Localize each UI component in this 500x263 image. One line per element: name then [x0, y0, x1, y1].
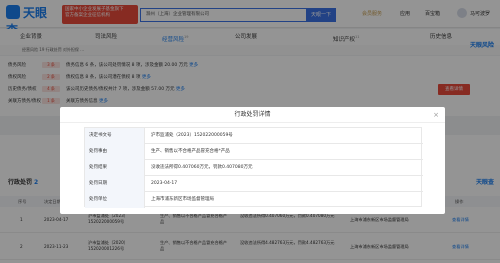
detail-key: 处罚日期 [85, 176, 145, 192]
detail-value: 生产、销售以不合格产品冒充合格*产品 [151, 149, 230, 154]
detail-row: 处罚事由 生产、销售以不合格产品冒充合格*产品 [85, 144, 423, 160]
modal-detail-table: 决定书文号 沪市监浦处（2023）152022000059号 处罚事由 生产、销… [84, 127, 423, 208]
detail-key: 处罚单位 [85, 192, 145, 208]
detail-row: 处罚日期 2023-04-17 [85, 176, 423, 192]
detail-value: 沪市监浦处（2023）152022000059号 [151, 133, 233, 138]
detail-key: 决定书文号 [85, 128, 145, 144]
page: 天眼查 国家中小企业发展子基金旗下 官方备案企业征信机构 滁州（上海）企业管理有… [0, 0, 500, 263]
detail-row: 决定书文号 沪市监浦处（2023）152022000059号 [85, 128, 423, 144]
detail-value: 2023-04-17 [151, 181, 178, 186]
detail-value: 没收违法所得0.407060万元，罚款0.407080万元 [151, 165, 253, 170]
detail-key: 处罚事由 [85, 144, 145, 160]
penalty-detail-modal: 行政处罚详情 × 决定书文号 沪市监浦处（2023）152022000059号 … [60, 107, 445, 214]
detail-key: 处罚结果 [85, 160, 145, 176]
detail-row: 处罚单位 上海市浦东新区市场监督管理局 [85, 192, 423, 208]
close-icon[interactable]: × [433, 111, 439, 119]
modal-title: 行政处罚详情 [60, 107, 445, 123]
detail-value: 上海市浦东新区市场监督管理局 [151, 197, 214, 202]
detail-row: 处罚结果 没收违法所得0.407060万元，罚款0.407080万元 [85, 160, 423, 176]
